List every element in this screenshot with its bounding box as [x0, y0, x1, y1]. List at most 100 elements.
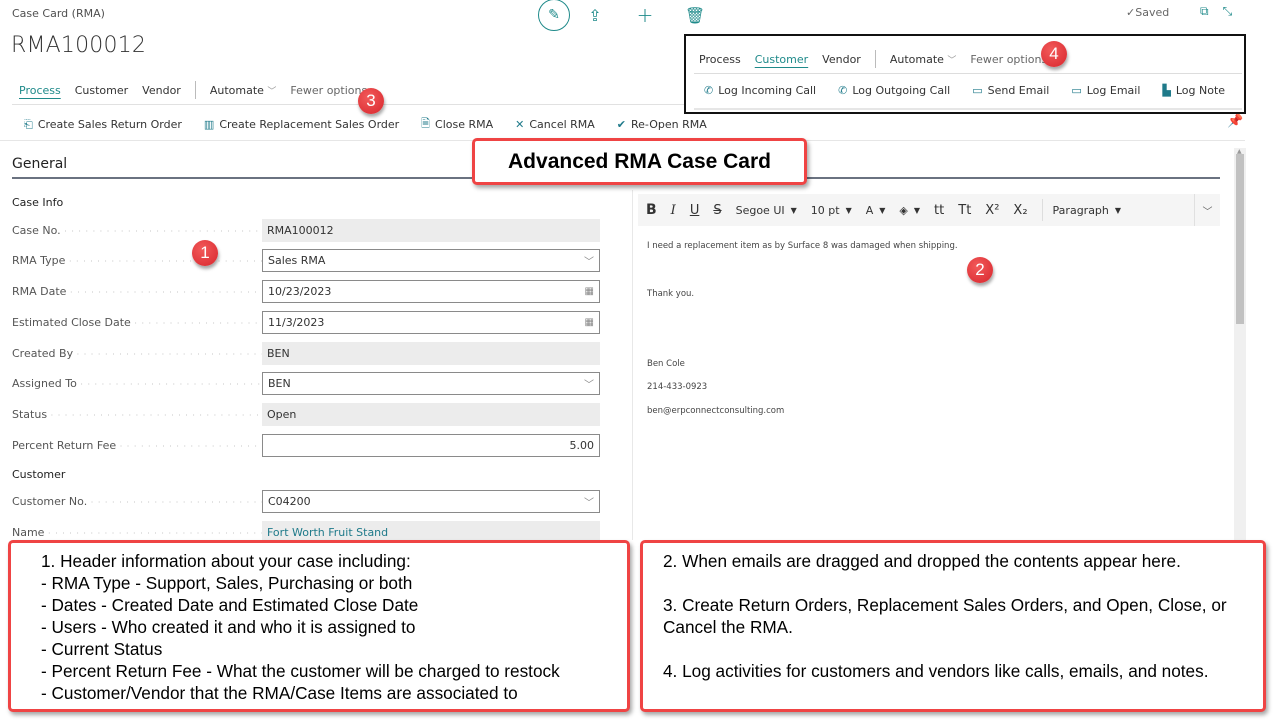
field-rma-date: RMA Date 10/23/2023▦	[12, 279, 602, 303]
chevron-down-icon: ﹀	[947, 55, 957, 66]
action-nav: Process Customer Vendor Automate ﹀ Fewer…	[12, 81, 374, 99]
email-icon: ▭	[972, 84, 983, 97]
caret-down-icon: ▼	[845, 205, 852, 215]
subscript-button[interactable]: X₂	[1013, 203, 1027, 218]
divider	[874, 50, 876, 68]
divider	[1041, 199, 1043, 221]
pin-icon[interactable]: 📌	[1227, 114, 1243, 129]
divider	[194, 81, 196, 99]
created-by-value: BEN	[262, 341, 600, 365]
customer-no-dropdown[interactable]: C04200 ﹀	[262, 489, 600, 513]
callout-badge-2: 2	[967, 257, 993, 283]
send-email-button[interactable]: ▭ Send Email	[972, 84, 1049, 97]
replacement-order-icon: ▥	[203, 118, 215, 131]
phone-icon: ✆	[704, 84, 714, 97]
automate-menu[interactable]: Automate ﹀	[203, 84, 284, 97]
tab-vendor[interactable]: Vendor	[815, 53, 868, 66]
email-body-line[interactable]: Thank you.	[647, 289, 694, 299]
expand-toolbar-button[interactable]: ﹀	[1194, 194, 1220, 226]
field-estimated-close-date: Estimated Close Date 11/3/2023▦	[12, 310, 602, 334]
highlight-color-dropdown[interactable]: ◈ ▼	[899, 204, 920, 217]
chevron-down-icon: ﹀	[584, 379, 594, 391]
font-color-dropdown[interactable]: A ▼	[866, 204, 886, 217]
email-body-line[interactable]: 214-433-0923	[647, 382, 707, 392]
field-customer-no: Customer No. C04200﹀	[12, 489, 602, 513]
calendar-icon[interactable]: ▦	[585, 286, 594, 297]
divider	[632, 190, 633, 540]
email-body-line[interactable]: ben@erpconnectconsulting.com	[647, 406, 784, 416]
email-icon: ▭	[1071, 84, 1082, 97]
email-body-line[interactable]: I need a replacement item as by Surface …	[647, 241, 958, 251]
create-sales-return-order-button[interactable]: ⎗ Create Sales Return Order	[24, 118, 182, 132]
share-icon[interactable]: ⇪	[570, 6, 620, 25]
strikethrough-button[interactable]: S	[713, 203, 721, 218]
callout-badge-3: 3	[358, 88, 384, 114]
customer-actions: ✆ Log Incoming Call ✆ Log Outgoing Call ▭ S…	[704, 84, 1247, 97]
delete-icon[interactable]: 🗑	[670, 6, 720, 25]
chevron-down-icon: ﹀	[1202, 206, 1213, 218]
reopen-rma-button[interactable]: ✔ Re-Open RMA	[617, 118, 707, 131]
caret-down-icon: ▼	[879, 205, 886, 215]
chevron-down-icon: ﹀	[584, 256, 594, 268]
log-email-button[interactable]: ▭ Log Email	[1071, 84, 1140, 97]
close-document-icon: 🗎	[421, 117, 431, 130]
tab-vendor[interactable]: Vendor	[135, 84, 188, 97]
font-size-dropdown[interactable]: 10 pt ▼	[811, 204, 852, 217]
paint-bucket-icon: ◈	[899, 203, 908, 217]
underline-button[interactable]: U	[690, 203, 700, 218]
uppercase-button[interactable]: Tt	[958, 203, 971, 218]
tab-process[interactable]: Process	[692, 53, 748, 66]
log-incoming-call-button[interactable]: ✆ Log Incoming Call	[704, 84, 816, 97]
log-note-button[interactable]: ▙ Log Note	[1162, 84, 1225, 97]
scrollbar-thumb[interactable]	[1236, 154, 1244, 324]
collapse-icon[interactable]: ⤡	[1223, 4, 1233, 19]
tab-customer[interactable]: Customer	[68, 84, 135, 97]
superscript-button[interactable]: X²	[985, 203, 999, 218]
breadcrumb: Case Card (RMA)	[12, 7, 105, 20]
open-new-window-icon[interactable]: ⧉	[1200, 4, 1209, 19]
lowercase-button[interactable]: tt	[934, 203, 944, 218]
log-outgoing-call-button[interactable]: ✆ Log Outgoing Call	[838, 84, 950, 97]
email-body-line[interactable]: Ben Cole	[647, 359, 685, 369]
estimated-close-date-input[interactable]: 11/3/2023 ▦	[262, 310, 600, 334]
section-title-general[interactable]: General	[12, 156, 67, 172]
paragraph-dropdown[interactable]: Paragraph ▼	[1053, 204, 1122, 217]
callout-title: Advanced RMA Case Card	[472, 138, 807, 185]
percent-return-fee-input[interactable]: 5.00	[262, 433, 600, 457]
close-rma-button[interactable]: 🗎 Close RMA	[421, 115, 493, 134]
field-assigned-to: Assigned To BEN﹀	[12, 371, 602, 395]
italic-button[interactable]: I	[671, 203, 676, 218]
automate-menu[interactable]: Automate ﹀	[883, 53, 964, 66]
divider	[694, 73, 1242, 74]
tab-process[interactable]: Process	[12, 84, 68, 97]
note-icon: ▙	[1162, 84, 1171, 97]
rich-text-toolbar: B I U S Segoe UI ▼ 10 pt ▼ A ▼ ◈ ▼ tt Tt X² …	[638, 194, 1220, 226]
tab-customer[interactable]: Customer	[748, 53, 815, 66]
group-title-case-info: Case Info	[12, 196, 64, 209]
create-replacement-sales-order-button[interactable]: ▥ Create Replacement Sales Order	[204, 118, 399, 131]
cancel-rma-button[interactable]: ✕ Cancel RMA	[515, 118, 595, 131]
font-family-dropdown[interactable]: Segoe UI ▼	[736, 204, 797, 217]
field-status: Status Open	[12, 402, 602, 426]
callout-badge-1: 1	[192, 240, 218, 266]
assigned-to-dropdown[interactable]: BEN ﹀	[262, 371, 600, 395]
field-percent-return-fee: Percent Return Fee 5.00	[12, 433, 602, 457]
rma-date-input[interactable]: 10/23/2023 ▦	[262, 279, 600, 303]
phone-icon: ✆	[838, 84, 848, 97]
caret-down-icon: ▼	[913, 205, 921, 215]
rma-type-dropdown[interactable]: Sales RMA ﹀	[262, 248, 600, 272]
top-toolbar: ✎ ⇪ + 🗑	[538, 0, 720, 31]
callout-badge-4: 4	[1041, 41, 1067, 67]
check-icon: ✓	[1126, 6, 1136, 19]
add-icon[interactable]: +	[620, 3, 670, 27]
callout-note-2: 2. When emails are dragged and dropped t…	[640, 540, 1266, 712]
calendar-icon[interactable]: ▦	[585, 317, 594, 328]
edit-icon[interactable]: ✎	[538, 0, 570, 31]
customer-actions-highlight	[684, 34, 1246, 114]
saved-status: ✓Saved	[1126, 6, 1170, 19]
bold-button[interactable]: B	[646, 202, 657, 218]
window-controls: ⧉ ⤡	[1200, 4, 1232, 19]
caret-down-icon: ▼	[790, 205, 797, 215]
field-case-no: Case No. RMA100012	[12, 218, 602, 242]
caret-down-icon: ▼	[1114, 205, 1122, 215]
